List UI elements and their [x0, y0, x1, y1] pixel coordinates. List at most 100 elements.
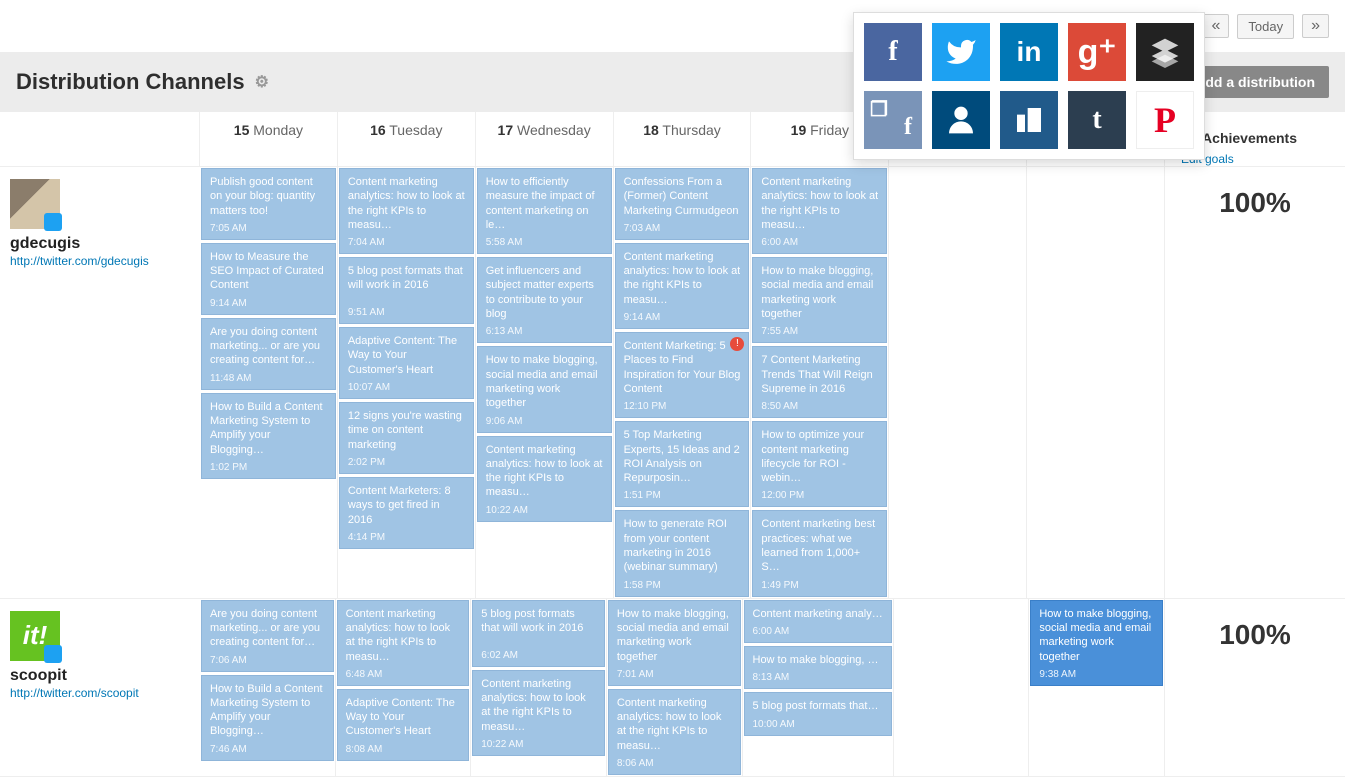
- post-card[interactable]: Content marketing analytics: how to look…: [608, 689, 741, 775]
- post-card[interactable]: Are you doing content marketing... or ar…: [201, 318, 336, 390]
- social-popover: f in g⁺ ❐f t P: [853, 12, 1205, 160]
- post-title: Content Marketing: 5 Places to Find Insp…: [624, 339, 741, 396]
- post-title: 5 blog post formats that will work in 20…: [348, 264, 465, 302]
- post-time: 2:02 PM: [348, 456, 465, 469]
- day-cell: How to make blogging, social media and e…: [1029, 599, 1165, 776]
- post-title: How to make blogging, …: [753, 653, 883, 667]
- post-card[interactable]: Get influencers and subject matter exper…: [477, 257, 612, 343]
- day-cell: How to make blogging, social media and e…: [607, 599, 743, 776]
- post-time: 8:06 AM: [617, 757, 732, 770]
- next-button[interactable]: »: [1302, 14, 1329, 38]
- post-card[interactable]: How to generate ROI from your content ma…: [615, 510, 750, 596]
- post-card[interactable]: 12 signs you're wasting time on content …: [339, 402, 474, 474]
- post-time: 8:50 AM: [761, 400, 878, 413]
- channel-info: it!scoopithttp://twitter.com/scoopit: [0, 599, 200, 776]
- googleplus-icon[interactable]: g⁺: [1068, 23, 1126, 81]
- post-card[interactable]: Content Marketers: 8 ways to get fired i…: [339, 477, 474, 549]
- twitter-icon[interactable]: [932, 23, 990, 81]
- pinterest-icon[interactable]: P: [1136, 91, 1194, 149]
- post-title: How to Build a Content Marketing System …: [210, 400, 327, 457]
- post-title: Get influencers and subject matter exper…: [486, 264, 603, 321]
- linkedin-alt-icon[interactable]: [932, 91, 990, 149]
- post-card[interactable]: Content marketing analytics: how to look…: [472, 670, 605, 756]
- avatar[interactable]: [10, 179, 60, 229]
- post-time: 1:58 PM: [624, 579, 741, 592]
- post-card[interactable]: How to make blogging, social media and e…: [477, 346, 612, 432]
- post-card[interactable]: How to Build a Content Marketing System …: [201, 393, 336, 479]
- post-card[interactable]: How to make blogging, social media and e…: [608, 600, 741, 686]
- post-time: 7:46 AM: [210, 743, 325, 756]
- achievements-label: al Achievements: [1181, 124, 1345, 152]
- post-card[interactable]: 5 Top Marketing Experts, 15 Ideas and 2 …: [615, 421, 750, 507]
- channel-url[interactable]: http://twitter.com/gdecugis: [10, 254, 149, 268]
- post-card[interactable]: Content marketing analytics: how to look…: [337, 600, 470, 686]
- avatar[interactable]: it!: [10, 611, 60, 661]
- facebook-icon[interactable]: f: [864, 23, 922, 81]
- post-card[interactable]: Content Marketing: 5 Places to Find Insp…: [615, 332, 750, 418]
- edit-goals-link[interactable]: Edit goals: [1181, 152, 1345, 166]
- post-title: How to efficiently measure the impact of…: [486, 175, 603, 232]
- today-button[interactable]: Today: [1237, 14, 1294, 39]
- post-card[interactable]: How to make blogging, social media and e…: [752, 257, 887, 343]
- achievement-value: 100%: [1165, 187, 1345, 219]
- post-card[interactable]: Are you doing content marketing... or ar…: [201, 600, 334, 672]
- day-cell: [889, 167, 1027, 598]
- post-time: 6:00 AM: [761, 236, 878, 249]
- post-card[interactable]: Confessions From a (Former) Content Mark…: [615, 168, 750, 240]
- linkedin-icon[interactable]: in: [1000, 23, 1058, 81]
- post-title: 12 signs you're wasting time on content …: [348, 409, 465, 452]
- channel-days: Are you doing content marketing... or ar…: [200, 599, 1165, 776]
- post-time: 1:02 PM: [210, 461, 327, 474]
- post-card[interactable]: How to efficiently measure the impact of…: [477, 168, 612, 254]
- post-title: Adaptive Content: The Way to Your Custom…: [348, 334, 465, 377]
- post-card[interactable]: 5 blog post formats that will work in 20…: [472, 600, 605, 667]
- post-time: 10:22 AM: [481, 738, 596, 751]
- gear-icon[interactable]: ⚙: [255, 72, 269, 92]
- fb-page-icon[interactable]: ❐f: [864, 91, 922, 149]
- alert-icon: !: [730, 337, 744, 351]
- day-cell: How to efficiently measure the impact of…: [476, 167, 614, 598]
- post-title: Content Marketers: 8 ways to get fired i…: [348, 484, 465, 527]
- post-card[interactable]: 5 blog post formats that will work in 20…: [339, 257, 474, 324]
- day-cell: Are you doing content marketing... or ar…: [200, 599, 336, 776]
- channel-header-spacer: [0, 112, 200, 167]
- post-card[interactable]: Content marketing analy…6:00 AM: [744, 600, 892, 643]
- page-title: Distribution Channels ⚙: [16, 69, 269, 95]
- post-card[interactable]: Publish good content on your blog: quant…: [201, 168, 336, 240]
- post-title: Publish good content on your blog: quant…: [210, 175, 327, 218]
- post-title: Content marketing best practices: what w…: [761, 517, 878, 574]
- post-card[interactable]: How to Measure the SEO Impact of Curated…: [201, 243, 336, 315]
- post-time: 4:14 PM: [348, 531, 465, 544]
- post-card[interactable]: How to optimize your content marketing l…: [752, 421, 887, 507]
- post-title: Content marketing analytics: how to look…: [624, 250, 741, 307]
- post-time: 9:38 AM: [1039, 668, 1154, 681]
- buffer-icon[interactable]: [1136, 23, 1194, 81]
- post-card[interactable]: Adaptive Content: The Way to Your Custom…: [337, 689, 470, 761]
- post-card[interactable]: 7 Content Marketing Trends That Will Rei…: [752, 346, 887, 418]
- post-card[interactable]: Adaptive Content: The Way to Your Custom…: [339, 327, 474, 399]
- post-card[interactable]: Content marketing best practices: what w…: [752, 510, 887, 596]
- channel-row: gdecugishttp://twitter.com/gdecugisPubli…: [0, 167, 1345, 599]
- channel-url[interactable]: http://twitter.com/scoopit: [10, 686, 139, 700]
- channel-achievement: 100%: [1165, 599, 1345, 776]
- post-card[interactable]: How to Build a Content Marketing System …: [201, 675, 334, 761]
- post-time: 10:22 AM: [486, 504, 603, 517]
- post-card[interactable]: How to make blogging, …8:13 AM: [744, 646, 892, 689]
- post-title: Content marketing analytics: how to look…: [348, 175, 465, 232]
- post-card[interactable]: Content marketing analytics: how to look…: [339, 168, 474, 254]
- post-title: How to make blogging, social media and e…: [617, 607, 732, 664]
- tumblr-icon[interactable]: t: [1068, 91, 1126, 149]
- channel-row: it!scoopithttp://twitter.com/scoopitAre …: [0, 599, 1345, 777]
- post-card[interactable]: Content marketing analytics: how to look…: [752, 168, 887, 254]
- day-cell: [1027, 167, 1165, 598]
- post-card[interactable]: How to make blogging, social media and e…: [1030, 600, 1163, 686]
- prev-button[interactable]: «: [1202, 14, 1229, 38]
- post-card[interactable]: 5 blog post formats that…10:00 AM: [744, 692, 892, 735]
- linkedin-company-icon[interactable]: [1000, 91, 1058, 149]
- post-time: 6:00 AM: [753, 625, 883, 638]
- day-cell: Content marketing analytics: how to look…: [336, 599, 472, 776]
- day-cell: Content marketing analy…6:00 AMHow to ma…: [743, 599, 894, 776]
- post-card[interactable]: Content marketing analytics: how to look…: [615, 243, 750, 329]
- post-card[interactable]: Content marketing analytics: how to look…: [477, 436, 612, 522]
- post-title: How to optimize your content marketing l…: [761, 428, 878, 485]
